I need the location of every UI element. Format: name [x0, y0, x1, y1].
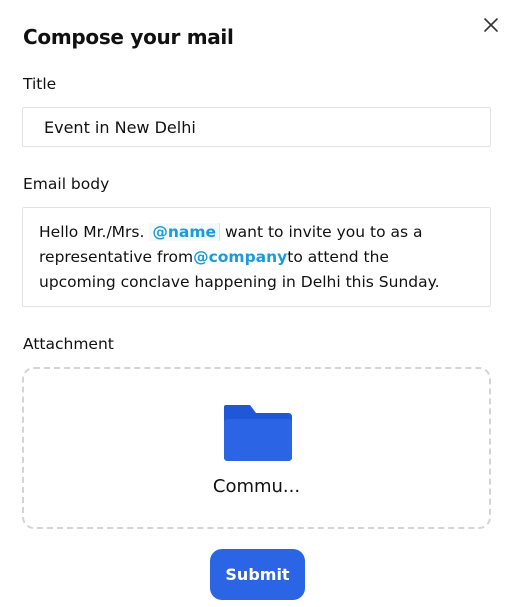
close-button[interactable]: [482, 16, 500, 34]
compose-mail-modal: Compose your mail Title Email body Hello…: [0, 0, 518, 607]
email-body-text: Hello Mr./Mrs.: [39, 223, 150, 241]
email-body-text: to attend the: [287, 248, 389, 266]
email-body-text: representative from: [39, 248, 194, 266]
name-mention-token[interactable]: @name: [149, 223, 221, 241]
email-body-text: want to invite you to as a: [220, 223, 423, 241]
attachment-label: Attachment: [23, 335, 114, 353]
close-icon: [484, 18, 498, 32]
company-mention-token[interactable]: @company: [193, 248, 287, 266]
email-body-editor[interactable]: Hello Mr./Mrs. @name want to invite you …: [22, 207, 491, 307]
modal-title: Compose your mail: [23, 25, 234, 49]
folder-icon: [224, 405, 292, 461]
attachment-dropzone[interactable]: Commu...: [22, 367, 491, 529]
attachment-file-name: Commu...: [212, 476, 301, 497]
title-label: Title: [23, 75, 57, 93]
email-body-line-2: representative from@companyto attend the: [39, 245, 476, 270]
email-body-label: Email body: [23, 175, 110, 193]
email-body-line-1: Hello Mr./Mrs. @name want to invite you …: [39, 220, 476, 245]
title-input[interactable]: [22, 107, 491, 147]
email-body-line-3: upcoming conclave happening in Delhi thi…: [39, 273, 440, 291]
submit-button[interactable]: Submit: [210, 549, 305, 600]
